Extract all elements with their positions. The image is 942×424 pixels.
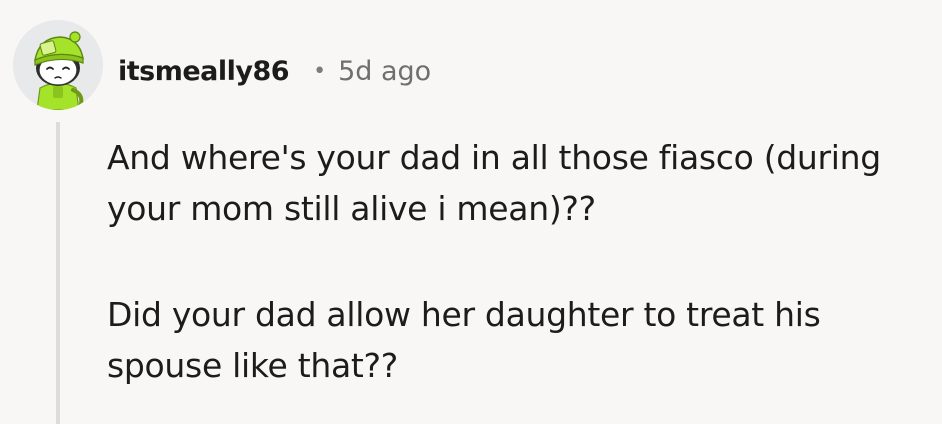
comment: itsmeally86 • 5d ago And where's your da… xyxy=(0,0,942,424)
username-link[interactable]: itsmeally86 xyxy=(118,56,290,87)
user-avatar[interactable] xyxy=(13,20,103,110)
comment-paragraph: And where's your dad in all those fiasco… xyxy=(107,138,881,228)
comment-paragraph: Did your dad allow her daughter to treat… xyxy=(107,295,821,385)
comment-timestamp[interactable]: 5d ago xyxy=(338,56,431,87)
thread-collapse-line[interactable] xyxy=(56,122,60,424)
meta-separator: • xyxy=(313,58,327,84)
comment-header: itsmeally86 • 5d ago xyxy=(118,49,431,93)
comment-body: And where's your dad in all those fiasco… xyxy=(107,132,937,391)
snoo-avatar-icon xyxy=(13,20,103,110)
